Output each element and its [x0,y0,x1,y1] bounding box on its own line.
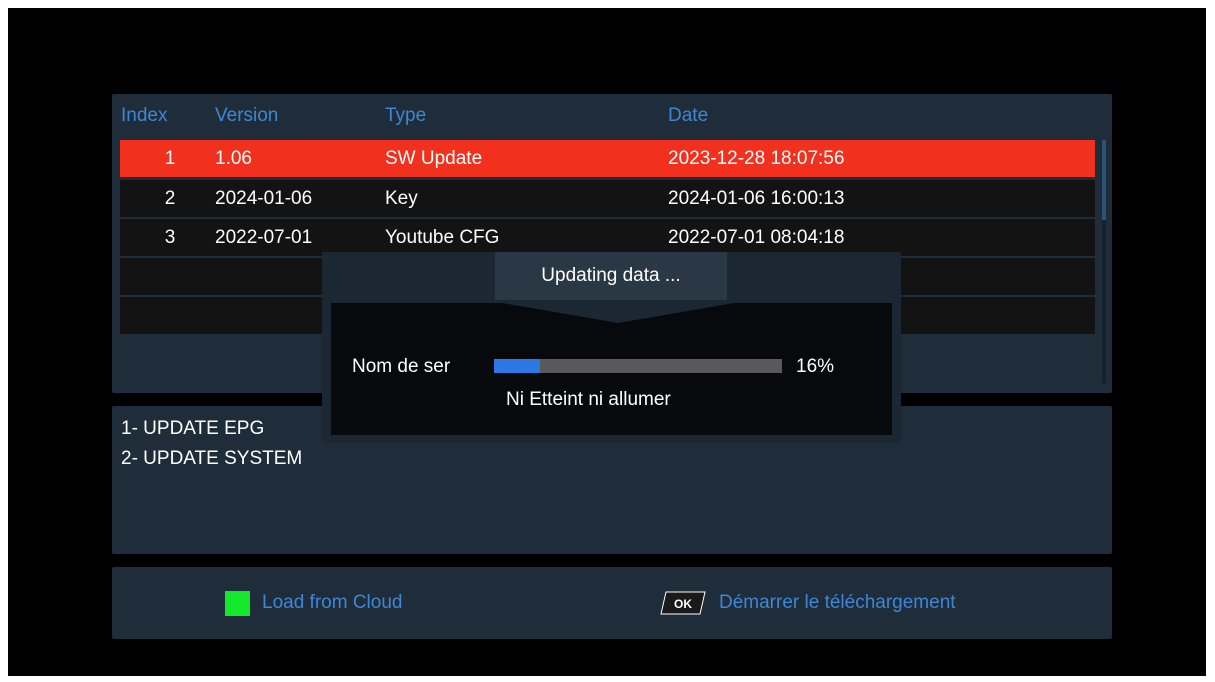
scrollbar-thumb[interactable] [1102,140,1106,220]
row-version: 2024-01-06 [215,188,313,209]
help-bar: Load from Cloud OK Démarrer le télécharg… [112,567,1112,639]
progress-percent: 16% [796,356,835,377]
header-type: Type [385,105,427,126]
header-index: Index [121,105,168,126]
table-header: Index Version Type Date [112,94,1112,140]
header-date: Date [668,105,709,126]
table-row[interactable]: 3 2022-07-01 Youtube CFG 2022-07-01 08:0… [120,219,1095,256]
row-date: 2024-01-06 16:00:13 [668,188,845,209]
row-version: 1.06 [215,148,252,169]
list-scrollbar[interactable] [1102,140,1106,383]
updating-dialog: Updating data ... Nom de ser 16% Ni Ette… [322,252,901,443]
header-version: Version [215,105,279,126]
ok-key-text: OK [674,597,692,611]
start-download-label[interactable]: Démarrer le téléchargement [719,592,956,614]
row-type: Youtube CFG [385,227,500,248]
row-date: 2022-07-01 08:04:18 [668,227,845,248]
row-version: 2022-07-01 [215,227,313,248]
row-index: 1 [164,148,176,169]
progress-bar [494,359,782,373]
dialog-body: Nom de ser 16% Ni Etteint ni allumer [331,303,892,435]
table-row[interactable]: 1 1.06 SW Update 2023-12-28 18:07:56 [120,140,1095,177]
row-index: 2 [164,188,176,209]
info-line-2: 2- UPDATE SYSTEM [121,448,303,469]
load-from-cloud-label[interactable]: Load from Cloud [262,592,402,614]
dialog-title-notch [502,303,734,323]
row-type: SW Update [385,148,483,169]
ok-key-icon[interactable]: OK [660,591,706,615]
green-key-icon[interactable] [225,591,250,616]
row-index: 3 [164,227,176,248]
table-row[interactable]: 2 2024-01-06 Key 2024-01-06 16:00:13 [120,180,1095,217]
row-type: Key [385,188,418,209]
tv-screen: Index Version Type Date 1 1.06 SW Update… [8,8,1206,676]
field-label: Nom de ser [352,356,451,377]
row-date: 2023-12-28 18:07:56 [668,148,845,169]
progress-fill [494,359,541,373]
status-text: Ni Etteint ni allumer [506,389,671,410]
info-line-1: 1- UPDATE EPG [121,418,265,439]
dialog-title: Updating data ... [495,252,727,300]
